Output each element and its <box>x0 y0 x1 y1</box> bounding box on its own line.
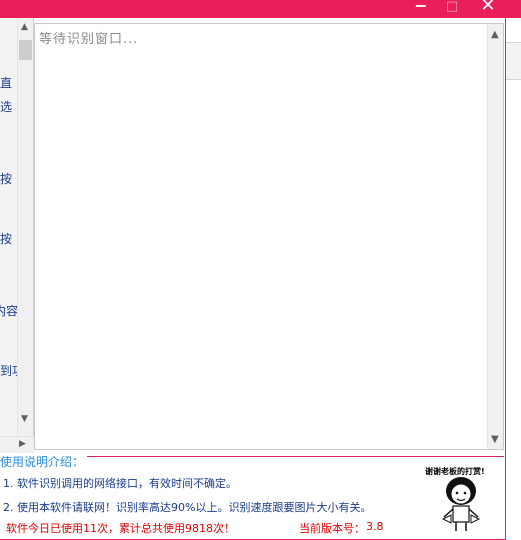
minimize-button[interactable]: − <box>410 0 432 15</box>
close-button[interactable]: ✕ <box>477 0 499 15</box>
meme-face-icon <box>441 477 481 531</box>
left-vertical-scrollbar[interactable]: ▲ ▼ <box>17 18 33 455</box>
background-window-strip <box>506 42 521 80</box>
help-line: 2. 使用本软件请联网！识别率高达90%以上。识别速度跟要图片大小有关。 <box>3 501 372 514</box>
left-horizontal-scrollbar[interactable]: ▶ <box>0 436 34 454</box>
help-section: 使用说明介绍： 1. 软件识别调用的网络接口，有效时间不确定。 2. 使用本软件… <box>0 453 504 538</box>
scroll-up-arrow-icon[interactable]: ▲ <box>21 22 28 32</box>
scrollbar-thumb[interactable] <box>19 40 32 60</box>
left-text-fragment: 选 <box>0 100 13 114</box>
help-title: 使用说明介绍： <box>0 453 88 470</box>
recognition-result-textarea[interactable]: 等待识别窗口... ▲ ▼ <box>34 23 504 450</box>
right-window-edge <box>506 18 521 540</box>
left-text-fragment: 直 <box>0 76 13 90</box>
scroll-down-arrow-icon[interactable]: ▼ <box>21 414 28 424</box>
thanks-image: 谢谢老板的打赏! <box>421 461 501 533</box>
left-text-fragment: 按 <box>0 232 13 246</box>
left-instruction-panel: 直 选 按 按 内容 到功 ▲ ▼ ▶ <box>0 18 34 455</box>
left-text-fragment: 内容 <box>0 304 19 318</box>
maximize-button[interactable]: □ <box>441 0 463 16</box>
result-placeholder: 等待识别窗口... <box>39 32 139 47</box>
scroll-right-arrow-icon[interactable]: ▶ <box>19 439 26 449</box>
scroll-up-arrow-icon[interactable]: ▲ <box>491 29 499 40</box>
main-window: 直 选 按 按 内容 到功 ▲ ▼ ▶ 等待识别窗口... ▲ ▼ 使用说明介绍… <box>0 18 506 540</box>
scroll-down-arrow-icon[interactable]: ▼ <box>491 434 499 445</box>
title-bar: − □ ✕ <box>0 0 521 18</box>
result-vertical-scrollbar[interactable]: ▲ ▼ <box>487 24 503 449</box>
version-label: 当前版本号： <box>299 522 365 535</box>
usage-stats: 软件今日已使用11次，累计总共使用9818次！ <box>6 522 235 535</box>
help-line: 1. 软件识别调用的网络接口，有效时间不确定。 <box>3 477 237 490</box>
version-value: 3.8 <box>366 520 384 533</box>
left-text-fragment: 按 <box>0 172 13 186</box>
